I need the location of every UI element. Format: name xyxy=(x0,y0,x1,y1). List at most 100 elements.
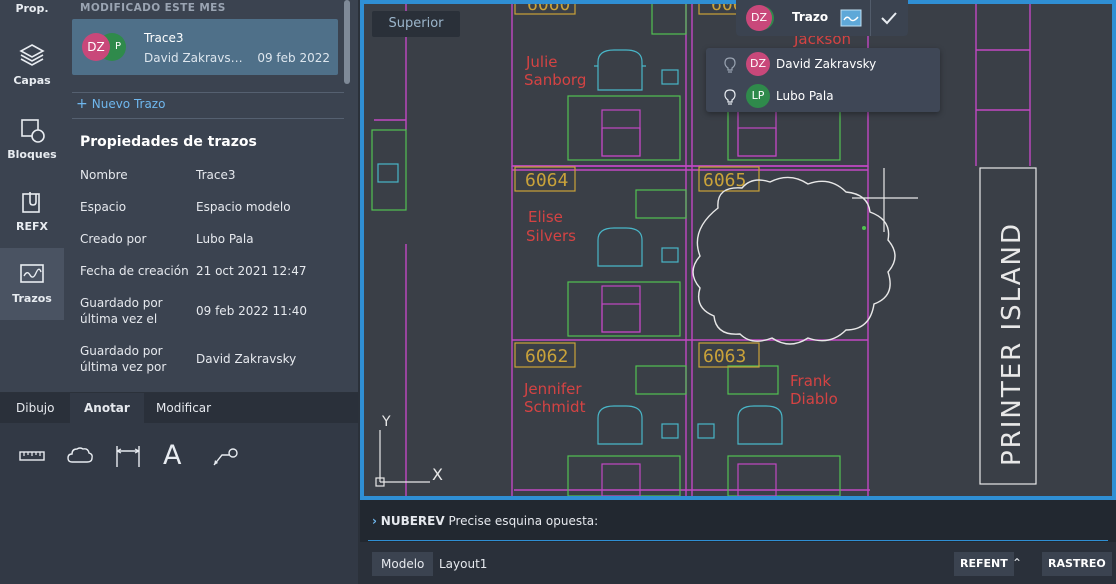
traces-icon xyxy=(20,264,44,283)
blocks-icon xyxy=(21,119,45,143)
lightbulb-icon[interactable] xyxy=(724,57,736,73)
props-title: Propiedades de trazos xyxy=(80,134,257,150)
rail-item-blocks[interactable]: Bloques xyxy=(0,112,64,184)
chevron-right-icon: › xyxy=(372,514,377,528)
tab-annotate[interactable]: Anotar xyxy=(70,393,144,423)
tab-model[interactable]: Modelo xyxy=(372,552,434,576)
prop-key: Espacio xyxy=(80,200,127,214)
rail-label: Prop. xyxy=(15,2,49,15)
xref-icon xyxy=(22,192,40,213)
traces-panel: MODIFICADO ESTE MES P DZ Trace3 David Za… xyxy=(64,0,358,392)
tab-layout1[interactable]: Layout1 xyxy=(430,552,496,576)
command-prompt: › NUBEREV Precise esquina opuesta: xyxy=(372,514,598,528)
trace-view-icon[interactable] xyxy=(840,8,862,28)
prop-value: Espacio modelo xyxy=(196,200,291,214)
avatar-primary[interactable]: DZ xyxy=(746,5,772,31)
rail-label: Trazos xyxy=(12,292,52,305)
prop-value: Lubo Pala xyxy=(196,232,254,246)
occupant-name: Jennifer xyxy=(523,380,582,398)
toolbar-separator xyxy=(870,0,871,36)
avatar: LP xyxy=(746,84,770,108)
rail-item-xref[interactable]: REFX xyxy=(0,184,64,256)
command-line[interactable]: › NUBEREV Precise esquina opuesta: xyxy=(360,500,1116,542)
prop-key: Nombre xyxy=(80,168,128,182)
avatar: DZ xyxy=(746,52,770,76)
avatar-primary: DZ xyxy=(82,33,110,61)
rail-label: REFX xyxy=(16,220,48,233)
avatar-initials: DZ xyxy=(750,11,767,24)
app-root: Prop. Capas Bloques REFX Trazos MODIFICA… xyxy=(0,0,1116,584)
new-trace-label: Nuevo Trazo xyxy=(91,97,166,111)
ucs-x-label: X xyxy=(432,465,443,484)
command-message: Precise esquina opuesta: xyxy=(448,514,599,528)
plus-icon: + xyxy=(76,96,88,112)
printer-island-label: PRINTER ISLAND xyxy=(997,222,1027,466)
collaborator-row[interactable]: DZ David Zakravsky xyxy=(706,48,940,80)
trace-toolbar: DZ Trazo xyxy=(736,0,908,36)
object-snap-button[interactable]: REFENT xyxy=(954,552,1014,576)
trace-date: 09 feb 2022 xyxy=(257,51,330,65)
prop-key: Guardado por última vez el xyxy=(80,296,163,326)
lightbulb-icon[interactable] xyxy=(724,89,736,105)
tab-draw[interactable]: Dibujo xyxy=(2,393,68,423)
prop-key: Fecha de creación xyxy=(80,264,189,278)
text-icon[interactable]: A xyxy=(163,441,193,471)
trace-toolbar-label: Trazo xyxy=(792,10,829,24)
ruler-icon[interactable] xyxy=(17,441,47,471)
ucs-y-label: Y xyxy=(381,414,391,430)
collaborator-name: David Zakravsky xyxy=(776,57,877,71)
collaborator-row[interactable]: LP Lubo Pala xyxy=(706,80,940,112)
divider xyxy=(72,118,344,119)
tool-tabs: Dibujo Anotar Modificar xyxy=(0,393,358,423)
avatar-initials: DZ xyxy=(87,40,105,54)
rail-label: Capas xyxy=(13,74,51,87)
prop-value: Trace3 xyxy=(196,168,236,182)
chevron-up-icon[interactable]: ⌃ xyxy=(1012,556,1022,570)
revision-cloud-icon[interactable] xyxy=(65,441,95,471)
rail-item-traces[interactable]: Trazos xyxy=(0,248,64,320)
rail-item-layers[interactable]: Capas xyxy=(0,40,64,112)
linear-dimension-icon[interactable] xyxy=(113,441,143,471)
new-trace-button[interactable]: + Nuevo Trazo xyxy=(76,96,165,112)
rail-item-properties[interactable]: Prop. xyxy=(0,0,64,40)
occupant-name: Sanborg xyxy=(524,71,586,89)
room-number: 6060 xyxy=(527,4,570,15)
avatar-initials: LP xyxy=(751,89,765,102)
avatar-initials: DZ xyxy=(749,57,766,70)
leader-icon[interactable] xyxy=(210,441,240,471)
rail-label: Bloques xyxy=(7,148,57,161)
command-underline xyxy=(368,540,1108,541)
collaborator-name: Lubo Pala xyxy=(776,89,834,103)
room-number: 6062 xyxy=(525,346,568,367)
trace-user: David Zakravs… xyxy=(144,51,243,65)
prop-key: Creado por xyxy=(80,232,147,246)
divider xyxy=(72,92,344,93)
trace-name: Trace3 xyxy=(144,31,184,45)
occupant-name: Silvers xyxy=(526,227,576,245)
section-header: MODIFICADO ESTE MES xyxy=(80,2,226,14)
occupant-name: Diablo xyxy=(790,390,838,408)
annotation-tools: Dibujo Anotar Modificar A xyxy=(0,393,358,584)
occupant-name: Schmidt xyxy=(524,398,586,416)
occupant-name: Elise xyxy=(528,208,563,226)
status-bar: Modelo Layout1 REFENT ⌃ RASTREO xyxy=(360,542,1116,584)
tab-modify[interactable]: Modificar xyxy=(142,393,225,423)
left-rail: Prop. Capas Bloques REFX Trazos xyxy=(0,0,64,392)
panel-scrollbar[interactable] xyxy=(344,0,350,84)
prop-value: 21 oct 2021 12:47 xyxy=(196,264,307,278)
view-label[interactable]: Superior xyxy=(372,11,460,37)
command-name: NUBEREV xyxy=(380,514,445,528)
avatar-initials: P xyxy=(114,41,121,52)
room-number: 6064 xyxy=(525,170,568,191)
room-number: 6063 xyxy=(703,346,746,367)
occupant-name: Frank xyxy=(790,372,831,390)
collaborators-popover: DZ David Zakravsky LP Lubo Pala xyxy=(706,48,940,112)
prop-key: Guardado por última vez por xyxy=(80,344,167,374)
check-icon[interactable] xyxy=(880,10,898,26)
prop-value: 09 feb 2022 11:40 xyxy=(196,304,308,318)
prop-value: David Zakravsky xyxy=(196,352,297,366)
tracking-button[interactable]: RASTREO xyxy=(1042,552,1112,576)
trace-list-item[interactable]: P DZ Trace3 David Zakravs… 09 feb 2022 xyxy=(72,19,338,75)
layers-icon xyxy=(19,44,45,66)
occupant-name: Julie xyxy=(525,53,558,71)
